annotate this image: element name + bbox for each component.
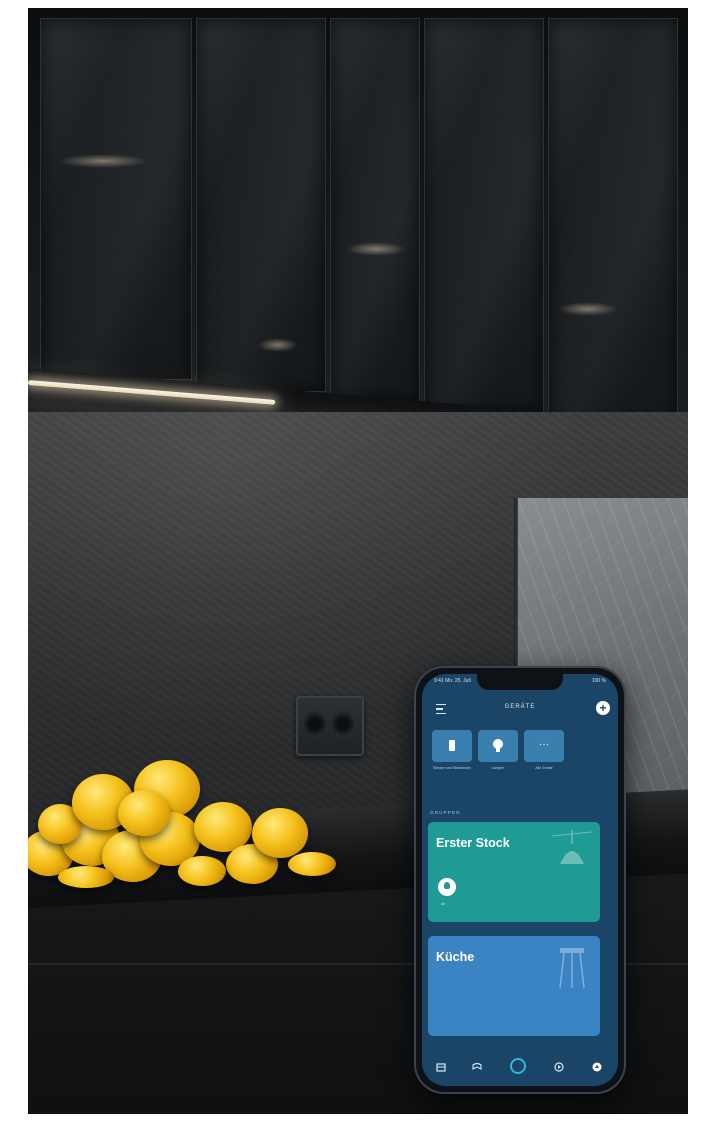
status-bar: 9:41 Mo. 25. Juli 100 % [434,678,606,688]
light-reflection [346,242,406,256]
group-card-kueche[interactable]: Küche [428,936,600,1036]
cabinet-door [40,18,192,380]
wall-socket [296,696,364,756]
group-card-erster-stock[interactable]: Erster Stock An [428,822,600,922]
quick-item-all-devices[interactable]: ··· Alle Geräte [524,730,564,770]
devices-icon[interactable] [592,1062,602,1072]
stool-icon [559,948,585,988]
group-title: Erster Stock [436,836,510,850]
upper-cabinets [28,8,688,424]
quick-tile: ··· [524,730,564,762]
page-title: GERÄTE [504,704,536,710]
plug-icon [449,740,455,751]
smartphone: 9:41 Mo. 25. Juli 100 % GERÄTE + Stecker… [414,666,626,1094]
add-device-button[interactable]: + [596,701,610,715]
device-state: An [441,902,446,906]
quick-item-plugs[interactable]: Stecker und Steckdosen [432,730,472,770]
bulb-icon [493,739,503,752]
alexa-icon[interactable] [510,1058,526,1074]
home-icon[interactable] [436,1062,446,1072]
bulb-toggle-icon[interactable] [438,878,456,896]
socket-outlet [332,710,354,738]
phone-screen: 9:41 Mo. 25. Juli 100 % GERÄTE + Stecker… [422,674,618,1086]
status-time: 9:41 Mo. 25. Juli [434,678,471,684]
quick-label: Lampen [491,766,505,770]
groups-heading: GRUPPEN [430,810,461,815]
light-reflection [58,154,148,168]
quick-tile [478,730,518,762]
quick-label: Stecker und Steckdosen [433,766,471,770]
app-header: GERÄTE + [422,696,618,720]
bottom-navigation [422,1050,618,1086]
socket-outlet [304,710,326,738]
cabinet-door [424,18,544,412]
cabinet-door [330,18,420,402]
more-icon: ··· [539,739,549,750]
quick-label: Alle Geräte [535,766,553,770]
lemon [58,866,114,888]
group-title: Küche [436,950,475,964]
quick-item-lamps[interactable]: Lampen [478,730,518,770]
cabinet-door [548,18,678,424]
cabinet-door [196,18,326,392]
lemon [118,790,170,836]
communicate-icon[interactable] [472,1062,482,1072]
lemon [178,856,226,886]
quick-tile [432,730,472,762]
pendant-lamp-icon [552,830,592,864]
status-battery: 100 % [591,678,606,684]
lemon [252,808,308,858]
light-reflection [258,338,298,352]
play-icon[interactable] [554,1062,564,1072]
light-reflection [558,302,618,316]
lemon [288,852,336,876]
kitchen-photo: 9:41 Mo. 25. Juli 100 % GERÄTE + Stecker… [28,8,688,1114]
